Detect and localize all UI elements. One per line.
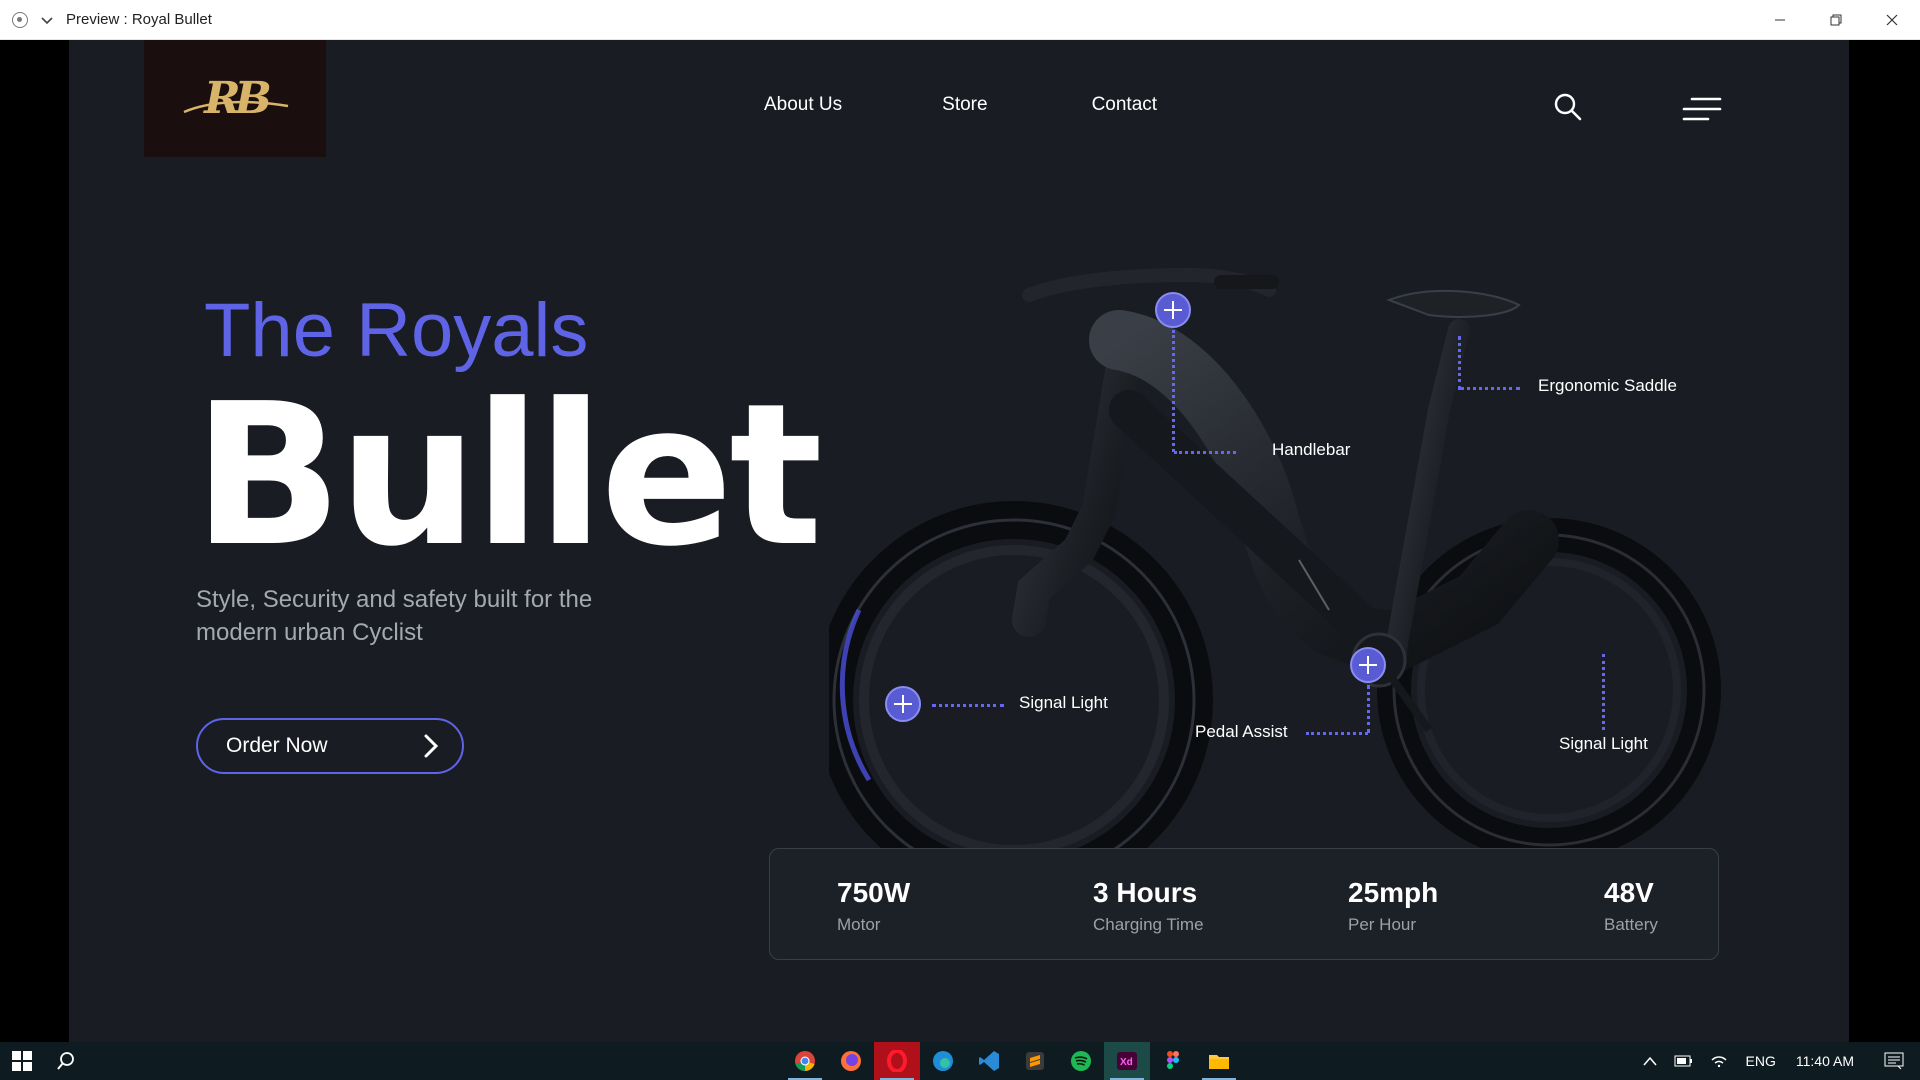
order-now-label: Order Now	[226, 734, 328, 757]
callout-line-saddle	[1458, 336, 1461, 390]
svg-text:Xd: Xd	[1120, 1057, 1133, 1068]
taskbar-opera[interactable]	[874, 1042, 920, 1080]
restore-button[interactable]	[1808, 0, 1864, 40]
close-icon	[1886, 14, 1898, 25]
window-title: Preview : Royal Bullet	[66, 11, 212, 28]
spec-label: Charging Time	[1093, 915, 1204, 934]
figma-icon	[1167, 1051, 1179, 1069]
taskbar-adobe-xd[interactable]: Xd	[1104, 1042, 1150, 1080]
spec-value: 25mph	[1348, 877, 1439, 908]
taskbar-firefox[interactable]	[828, 1042, 874, 1080]
firefox-icon	[841, 1051, 861, 1071]
nav-store[interactable]: Store	[942, 94, 987, 116]
main-nav: About Us Store Contact	[764, 94, 1257, 116]
spec-speed: 25mph Per Hour	[1348, 877, 1438, 935]
spec-value: 3 Hours	[1093, 877, 1198, 908]
logo-swoosh-icon	[183, 100, 289, 114]
bike-image	[829, 267, 1721, 910]
search-icon[interactable]	[1553, 92, 1583, 122]
chevron-down-icon[interactable]	[40, 13, 54, 27]
battery-icon[interactable]	[1674, 1055, 1694, 1067]
window-titlebar: Preview : Royal Bullet	[0, 0, 1920, 40]
language-indicator[interactable]: ENG	[1746, 1053, 1776, 1069]
spec-value: 48V	[1604, 877, 1654, 908]
taskbar-search-button[interactable]	[44, 1042, 88, 1080]
chrome-icon	[795, 1051, 815, 1071]
taskbar: Xd ENG 11:40 AM	[0, 1042, 1920, 1080]
hamburger-menu-icon[interactable]	[1682, 96, 1722, 122]
vscode-icon	[979, 1051, 999, 1071]
spec-value: 750W	[837, 877, 911, 908]
clock[interactable]: 11:40 AM	[1796, 1053, 1854, 1069]
edge-icon	[933, 1051, 953, 1071]
windows-icon	[12, 1051, 32, 1071]
start-button[interactable]	[0, 1042, 44, 1080]
callout-line-saddle-h	[1460, 387, 1520, 390]
hero-subtitle: The Royals	[204, 288, 589, 373]
chevron-right-icon	[424, 734, 439, 758]
restore-icon	[1830, 14, 1842, 25]
spec-charging-time: 3 Hours Charging Time	[1093, 877, 1204, 935]
spec-label: Motor	[837, 915, 881, 934]
wifi-icon[interactable]	[1710, 1054, 1728, 1068]
minimize-icon	[1775, 19, 1785, 20]
taskbar-spotify[interactable]	[1058, 1042, 1104, 1080]
callout-signal-light-front: Signal Light	[1019, 693, 1108, 712]
spec-label: Per Hour	[1348, 915, 1417, 934]
system-tray: ENG 11:40 AM	[1634, 1042, 1920, 1080]
minimize-button[interactable]	[1752, 0, 1808, 40]
search-icon	[57, 1052, 74, 1070]
taskbar-vscode[interactable]	[966, 1042, 1012, 1080]
opera-icon	[887, 1050, 907, 1072]
artboard: RB About Us Store Contact The Royals Bul…	[69, 40, 1849, 1042]
adobe-xd-icon: Xd	[1117, 1052, 1137, 1070]
nav-contact[interactable]: Contact	[1092, 94, 1157, 116]
taskbar-file-explorer[interactable]	[1196, 1042, 1242, 1080]
hero-title: Bullet	[193, 362, 823, 590]
sublime-icon	[1026, 1052, 1044, 1070]
callout-line-pedal	[1367, 685, 1370, 733]
callout-line-pedal-h	[1306, 732, 1368, 735]
hotspot-handlebar[interactable]	[1155, 292, 1191, 328]
notifications-icon[interactable]	[1884, 1052, 1904, 1070]
hotspot-pedal-assist[interactable]	[1350, 647, 1386, 683]
taskbar-figma[interactable]	[1150, 1042, 1196, 1080]
spec-battery: 48V Battery	[1604, 877, 1658, 935]
callout-handlebar: Handlebar	[1272, 440, 1351, 459]
callout-line-signal-front	[932, 704, 1004, 707]
hero-description: Style, Security and safety built for the…	[196, 586, 593, 646]
callout-line-handlebar-h	[1174, 451, 1236, 454]
callout-line-signal-rear	[1602, 654, 1605, 730]
specs-panel: 750W Motor 3 Hours Charging Time 25mph P…	[769, 848, 1719, 960]
taskbar-chrome[interactable]	[782, 1042, 828, 1080]
record-icon[interactable]	[12, 11, 28, 28]
brand-logo[interactable]: RB	[144, 40, 326, 157]
spec-label: Battery	[1604, 915, 1658, 934]
nav-about-us[interactable]: About Us	[764, 94, 842, 116]
preview-canvas: RB About Us Store Contact The Royals Bul…	[0, 40, 1920, 1042]
hotspot-signal-light-front[interactable]	[885, 686, 921, 722]
spec-motor: 750W Motor	[837, 877, 910, 935]
callout-pedal-assist: Pedal Assist	[1195, 722, 1288, 741]
spotify-icon	[1071, 1051, 1091, 1071]
callout-ergonomic-saddle: Ergonomic Saddle	[1538, 376, 1677, 395]
close-button[interactable]	[1864, 0, 1920, 40]
chevron-up-icon[interactable]	[1642, 1055, 1658, 1067]
taskbar-apps: Xd	[782, 1042, 1242, 1080]
folder-icon	[1209, 1055, 1229, 1069]
taskbar-edge[interactable]	[920, 1042, 966, 1080]
taskbar-sublime[interactable]	[1012, 1042, 1058, 1080]
callout-signal-light-rear: Signal Light	[1559, 734, 1648, 753]
order-now-button[interactable]: Order Now	[196, 718, 464, 774]
callout-line-handlebar	[1172, 330, 1175, 452]
